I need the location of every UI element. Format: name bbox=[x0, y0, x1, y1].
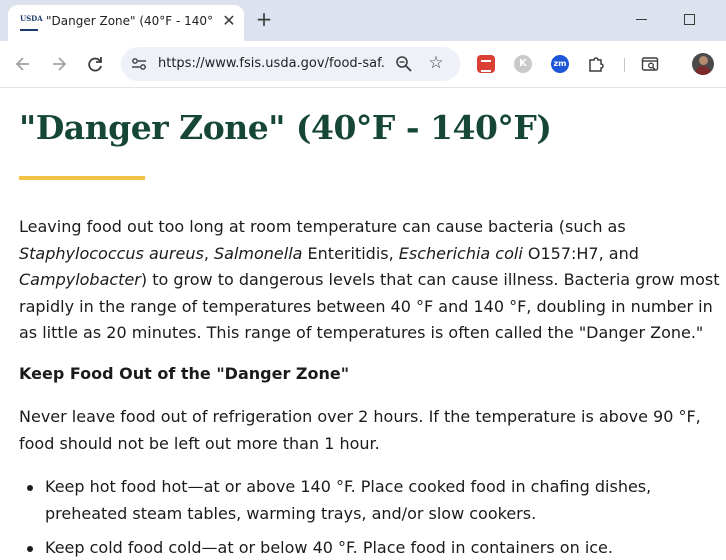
k-extension-icon[interactable]: K bbox=[514, 55, 532, 73]
tab-strip: USDA "Danger Zone" (40°F - 140°F) | F ✕ … bbox=[0, 0, 726, 41]
toolbar-divider bbox=[624, 58, 625, 72]
guidance-paragraph: Never leave food out of refrigeration ov… bbox=[19, 407, 701, 453]
zoom-extension-icon[interactable]: zm bbox=[551, 55, 569, 73]
new-tab-button[interactable]: + bbox=[254, 9, 274, 30]
zoom-magnifier-icon[interactable] bbox=[395, 55, 413, 73]
profile-avatar[interactable] bbox=[692, 53, 714, 75]
bullet-list: Keep hot food hot—at or above 140 °F. Pl… bbox=[0, 474, 726, 560]
url-text[interactable]: https://www.fsis.usda.gov/food-saf... bbox=[158, 56, 384, 71]
page-content: "Danger Zone" (40°F - 140°F) Leaving foo… bbox=[0, 88, 726, 560]
section-heading: Keep Food Out of the "Danger Zone" bbox=[19, 364, 350, 383]
tab-title: "Danger Zone" (40°F - 140°F) | F bbox=[46, 14, 214, 28]
tab-search-icon[interactable] bbox=[641, 55, 659, 73]
list-item: Keep cold food cold—at or below 40 °F. P… bbox=[0, 535, 705, 560]
intro-paragraph: Leaving food out too long at room temper… bbox=[19, 217, 720, 342]
browser-tab[interactable]: USDA "Danger Zone" (40°F - 140°F) | F ✕ bbox=[8, 5, 244, 41]
todoist-extension-icon[interactable] bbox=[477, 55, 495, 73]
reload-icon[interactable] bbox=[84, 53, 106, 75]
site-info-icon[interactable] bbox=[131, 56, 147, 72]
address-bar[interactable]: https://www.fsis.usda.gov/food-saf... ☆ bbox=[121, 47, 460, 81]
usda-favicon-icon: USDA bbox=[20, 15, 43, 31]
browser-toolbar: https://www.fsis.usda.gov/food-saf... ☆ … bbox=[0, 41, 726, 88]
extensions-puzzle-icon[interactable] bbox=[587, 55, 605, 73]
title-accent-rule bbox=[19, 176, 145, 180]
forward-arrow-icon[interactable] bbox=[48, 53, 70, 75]
minimize-window-button[interactable] bbox=[632, 8, 652, 28]
page-title: "Danger Zone" (40°F - 140°F) bbox=[19, 108, 552, 147]
bookmark-star-icon[interactable]: ☆ bbox=[427, 53, 445, 73]
back-arrow-icon[interactable] bbox=[12, 53, 34, 75]
list-item: Keep hot food hot—at or above 140 °F. Pl… bbox=[0, 474, 705, 527]
maximize-window-button[interactable] bbox=[684, 14, 695, 25]
close-tab-icon[interactable]: ✕ bbox=[220, 12, 238, 30]
